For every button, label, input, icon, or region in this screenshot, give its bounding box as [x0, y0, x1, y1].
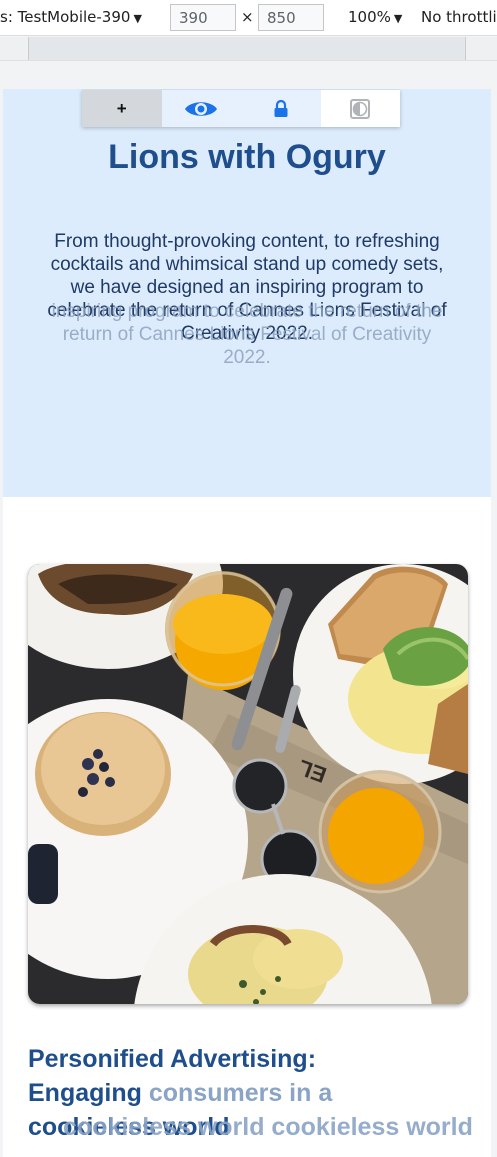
hero-title: Lions with Ogury	[108, 138, 386, 176]
device-label: s: TestMobile-390	[0, 8, 131, 26]
page-viewport: I s Lions with Ogury From thought-provok…	[3, 89, 491, 1157]
article-title-faded: consumers in a	[148, 1079, 333, 1107]
device-selector[interactable]: s: TestMobile-390 ▼	[0, 8, 142, 26]
contrast-button[interactable]	[320, 90, 400, 127]
plus-icon: +	[116, 98, 127, 118]
ruler-tick	[465, 37, 466, 60]
accessibility-toolbar: +	[82, 90, 400, 127]
ruler-tick	[28, 37, 29, 60]
devtools-device-toolbar: s: TestMobile-390 ▼ 390 × 850 100% ▼ No th…	[0, 0, 497, 36]
lock-icon	[274, 99, 288, 117]
zoom-label: 100%	[348, 8, 391, 26]
hero-ghost-text: inspiring program to celebrate the retur…	[51, 301, 443, 368]
article-ghost-text: cookieless world cookieless world	[63, 1113, 473, 1141]
contrast-icon	[350, 98, 371, 119]
breakfast-table-photo: EL	[28, 564, 468, 1004]
article-image[interactable]: EL	[28, 564, 468, 1004]
article-title-strong: Engaging	[28, 1079, 142, 1107]
article-title-line1: Personified Advertising:	[28, 1045, 317, 1073]
zoom-selector[interactable]: 100% ▼	[348, 8, 402, 26]
lock-button[interactable]	[241, 90, 321, 127]
preview-button[interactable]	[162, 90, 242, 127]
height-input[interactable]: 850	[258, 4, 324, 31]
throttle-label: No throttlin	[421, 8, 497, 26]
eye-icon	[185, 101, 218, 116]
ruler-segment[interactable]	[28, 37, 465, 60]
chevron-down-icon: ▼	[393, 12, 403, 25]
dimension-separator: ×	[241, 8, 254, 26]
chevron-down-icon: ▼	[133, 12, 142, 25]
throttle-selector[interactable]: No throttlin	[421, 8, 497, 26]
hero-section: I s Lions with Ogury From thought-provok…	[3, 89, 491, 497]
media-query-ruler	[0, 37, 497, 61]
width-input[interactable]: 390	[170, 4, 236, 31]
add-button[interactable]: +	[82, 90, 162, 127]
